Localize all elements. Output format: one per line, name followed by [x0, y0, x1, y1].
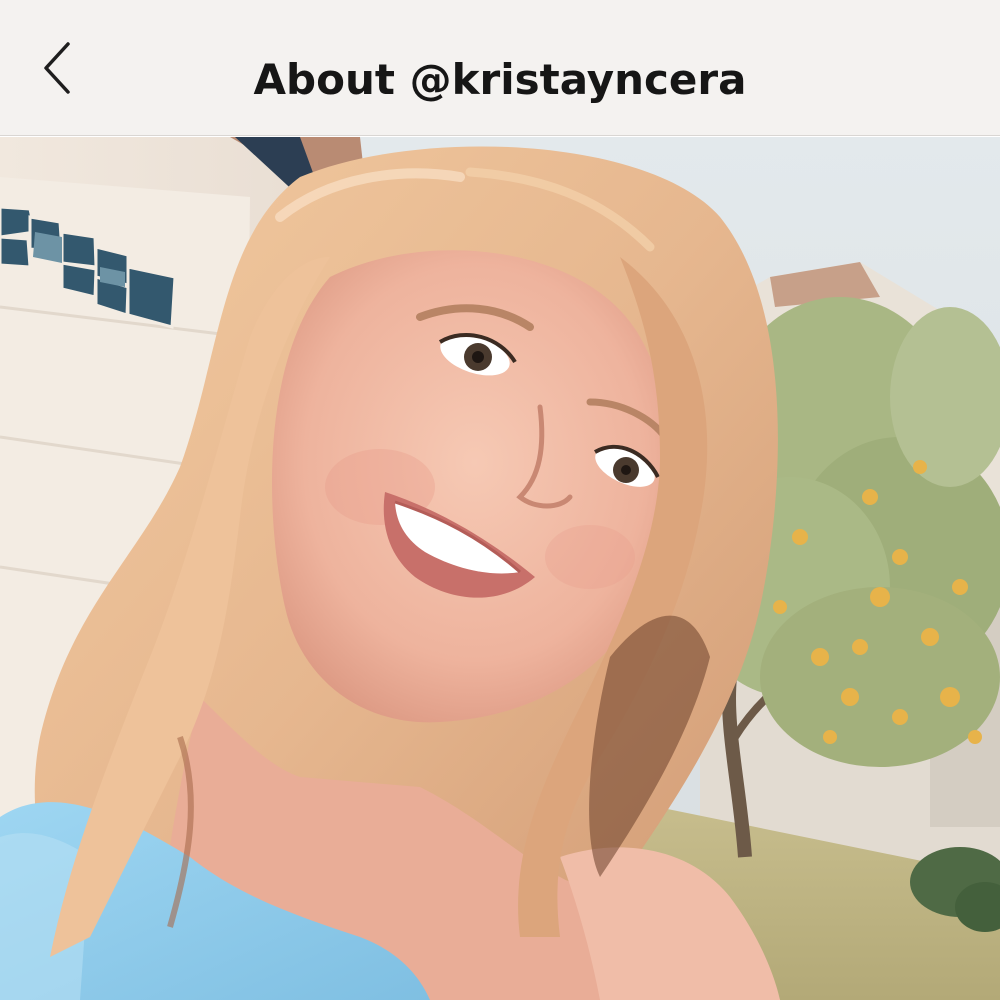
- navigation-bar: About @kristayncera: [0, 0, 1000, 136]
- profile-photo-illustration: [0, 137, 1000, 1000]
- page-title: About @kristayncera: [253, 55, 747, 104]
- chevron-left-icon: [44, 42, 70, 94]
- back-button[interactable]: [24, 36, 88, 100]
- about-screen: About @kristayncera: [0, 0, 1000, 1000]
- profile-photo: [0, 137, 1000, 1000]
